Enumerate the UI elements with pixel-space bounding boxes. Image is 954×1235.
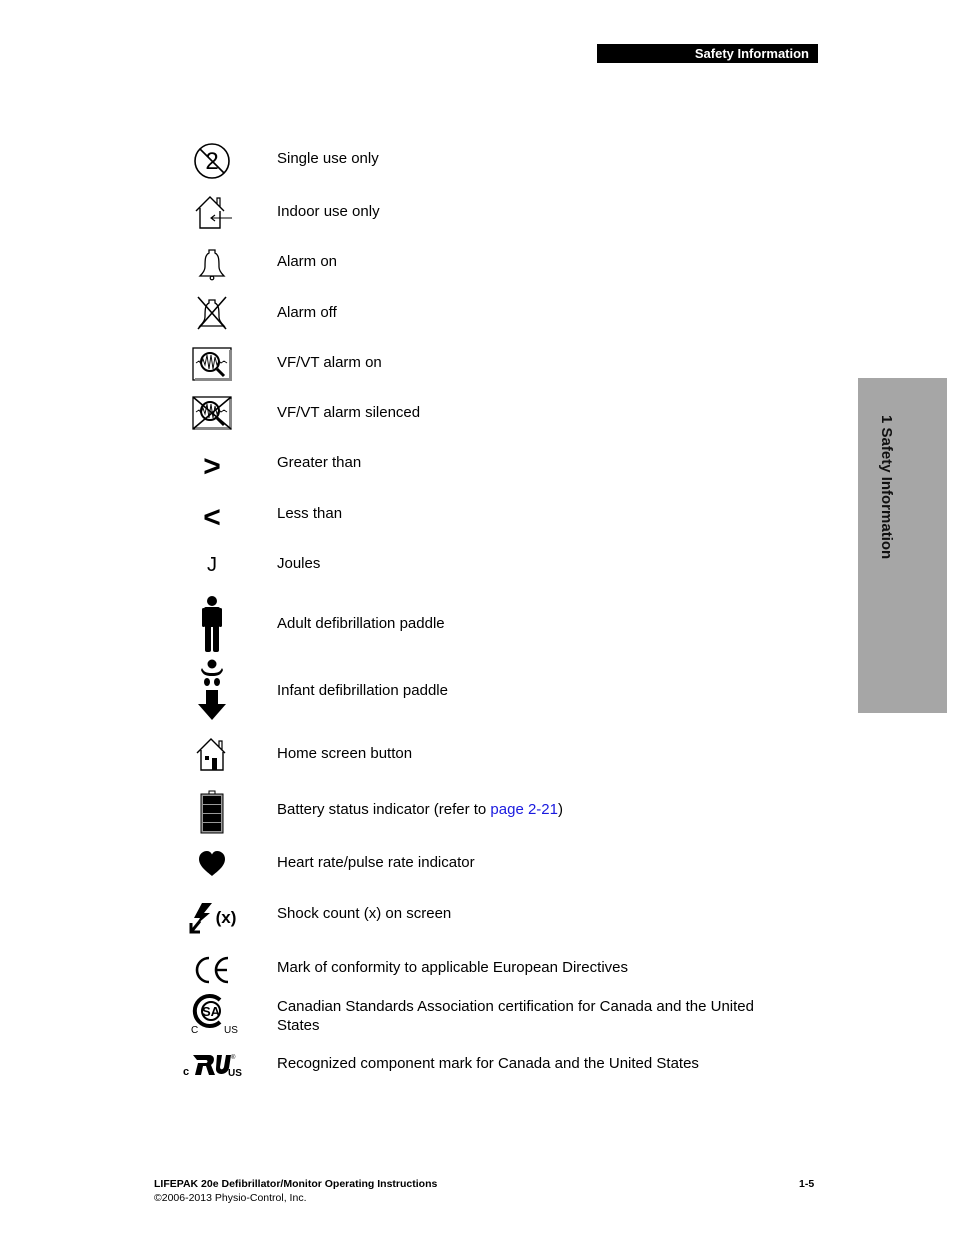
page-2-21-link[interactable]: page 2-21 [490, 801, 558, 818]
infant-paddle-icon [180, 658, 244, 722]
symbol-row: SA C US Canadian Standards Association c… [0, 992, 954, 1036]
home-screen-icon [180, 736, 244, 772]
csa-mark-icon: SA C US [180, 992, 244, 1036]
svg-text:C: C [191, 1025, 198, 1036]
symbol-label: Recognized component mark for Canada and… [277, 1055, 699, 1072]
section-header-title: Safety Information [694, 46, 809, 61]
shock-count-icon: (x) [180, 900, 244, 936]
symbol-row: Alarm off [0, 294, 954, 332]
battery-status-icon [180, 790, 244, 834]
vf-vt-alarm-silenced-icon [180, 393, 244, 433]
symbol-row: Adult defibrillation paddle [0, 594, 954, 654]
symbol-label: VF/VT alarm on [277, 354, 382, 371]
symbol-row: VF/VT alarm on [0, 344, 954, 384]
symbol-label: Single use only [277, 150, 379, 167]
svg-text:US: US [228, 1068, 242, 1079]
alarm-off-icon [180, 294, 244, 332]
symbol-label: Canadian Standards Association certifica… [277, 998, 754, 1034]
symbol-label: Shock count (x) on screen [277, 905, 452, 922]
symbol-row: VF/VT alarm silenced [0, 393, 954, 433]
footer-copyright: ©2006-2013 Physio-Control, Inc. [154, 1192, 307, 1204]
symbol-label: Indoor use only [277, 203, 380, 220]
symbol-label: Home screen button [277, 745, 413, 762]
symbol-row: Mark of conformity to applicable Europea… [0, 953, 954, 987]
greater-than-icon: > [203, 450, 221, 483]
symbol-row: c ® US Recognized component mark for Can… [0, 1050, 954, 1080]
symbol-label: Adult defibrillation paddle [277, 615, 445, 632]
symbol-row: Home screen button [0, 736, 954, 772]
joules-icon: J [207, 553, 217, 576]
symbol-row: (x) Shock count (x) on screen [0, 900, 954, 936]
symbol-row: J Joules [0, 552, 954, 578]
svg-text:c: c [183, 1066, 189, 1078]
ur-mark-icon: c ® US [180, 1050, 244, 1080]
vf-vt-alarm-on-icon [180, 344, 244, 384]
section-header: Safety Information [597, 44, 818, 63]
shock-count-value: (x) [215, 908, 237, 927]
single-use-only-icon: 2 [180, 140, 244, 182]
symbol-row: > Greater than [0, 450, 954, 483]
symbol-row: Heart rate/pulse rate indicator [0, 848, 954, 880]
symbol-label: Infant defibrillation paddle [277, 682, 448, 699]
adult-paddle-icon [180, 594, 244, 654]
symbol-label: Alarm off [277, 304, 337, 321]
heart-icon [180, 848, 244, 880]
symbol-row: Alarm on [0, 244, 954, 282]
symbol-row: < Less than [0, 501, 954, 534]
ce-mark-icon [180, 953, 244, 987]
symbol-row: Infant defibrillation paddle [0, 658, 954, 722]
symbol-label: Heart rate/pulse rate indicator [277, 854, 475, 871]
svg-text:SA: SA [202, 1004, 221, 1019]
symbol-label: Mark of conformity to applicable Europea… [277, 959, 628, 976]
symbol-label: Less than [277, 505, 343, 522]
symbol-label: Battery status indicator (refer to page … [277, 800, 797, 819]
symbol-label: Joules [277, 555, 321, 572]
alarm-on-icon [180, 244, 244, 282]
symbol-label: VF/VT alarm silenced [277, 404, 421, 421]
symbol-row: 2 Single use only [0, 140, 954, 182]
battery-label-suffix: ) [557, 801, 563, 818]
chapter-tab-label: 1 Safety Information [878, 415, 895, 560]
page-number: 1-5 [799, 1178, 815, 1190]
svg-text:US: US [224, 1025, 238, 1036]
symbol-row: Indoor use only [0, 192, 954, 232]
symbol-label: Alarm on [277, 253, 338, 270]
svg-text:®: ® [231, 1054, 236, 1061]
indoor-use-only-icon [180, 192, 244, 232]
symbol-row: Battery status indicator (refer to page … [0, 790, 954, 834]
less-than-icon: < [203, 501, 221, 534]
battery-label-text: Battery status indicator (refer to [277, 801, 491, 818]
symbol-label: Greater than [277, 454, 362, 471]
footer-document-title: LIFEPAK 20e Defibrillator/Monitor Operat… [154, 1178, 438, 1190]
